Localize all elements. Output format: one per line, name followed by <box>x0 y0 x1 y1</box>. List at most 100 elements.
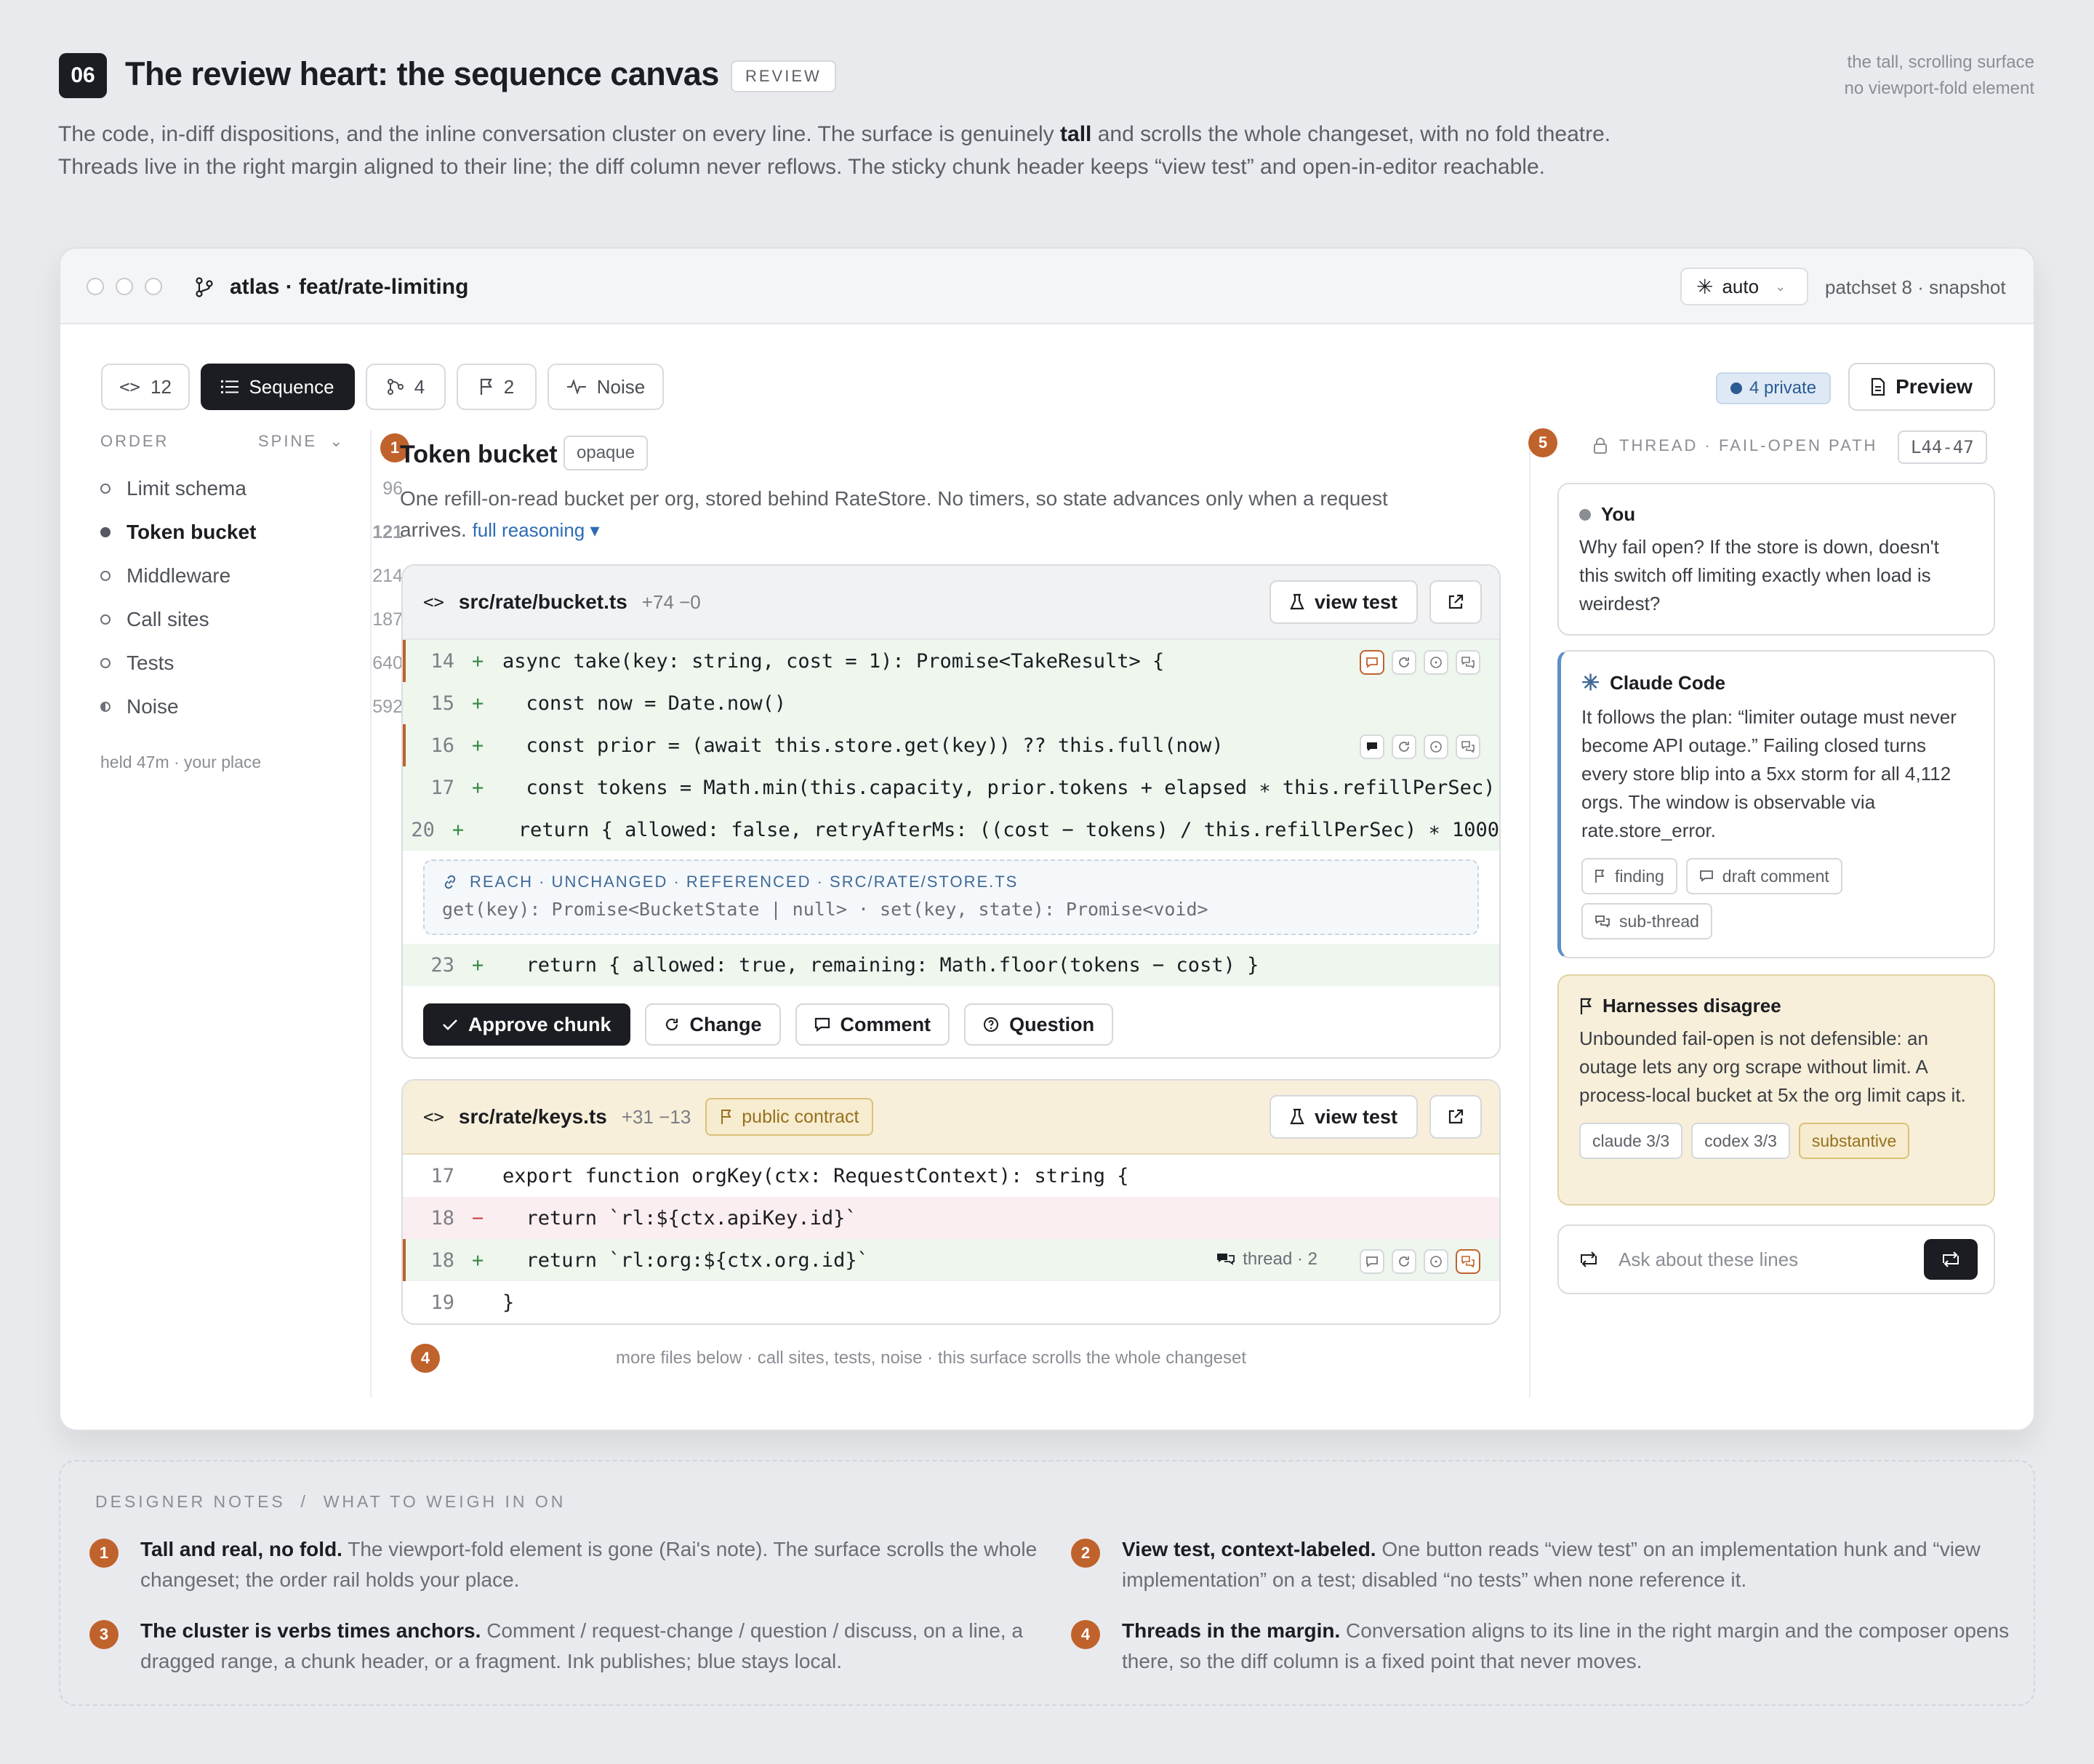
flag-filter-button[interactable]: 2 <box>457 364 537 410</box>
question-icon[interactable] <box>1424 1249 1448 1274</box>
discuss-icon[interactable] <box>1456 734 1480 759</box>
comment-author: Harnesses disagree <box>1579 995 1973 1017</box>
sidebar-item-label: Token bucket <box>127 521 257 543</box>
window-maximize-dot[interactable] <box>145 278 162 295</box>
line-range-badge[interactable]: L44-47 <box>1898 430 1987 464</box>
preview-label: Preview <box>1896 375 1973 398</box>
line-number: 18 <box>430 1248 454 1272</box>
comment-text: Why fail open? If the store is down, doe… <box>1579 536 1939 614</box>
thread-heading: THREAD · FAIL-OPEN PATH <box>1593 436 1877 455</box>
order-heading: ORDER <box>100 432 169 450</box>
note-3: 3 The cluster is verbs times anchors. Com… <box>89 1616 1064 1677</box>
question-button[interactable]: Question <box>964 1003 1114 1046</box>
sidebar-item-label: Tests <box>127 652 174 674</box>
window-minimize-dot[interactable] <box>116 278 133 295</box>
finding-chip[interactable]: finding <box>1581 858 1677 894</box>
comment-label: Comment <box>840 1013 931 1035</box>
diff-line[interactable]: 17 + const tokens = Math.min(this.capacit… <box>403 766 1499 809</box>
request-change-icon[interactable] <box>1392 1249 1416 1274</box>
window-close-dot[interactable] <box>87 278 104 295</box>
page-title: The review heart: the sequence canvas <box>125 55 719 92</box>
line-code: const now = Date.now() <box>502 691 787 715</box>
discuss-icon[interactable] <box>1456 1249 1480 1274</box>
spine-toggle[interactable]: SPINE ⌄ <box>258 432 343 451</box>
sidebar-item-middleware[interactable]: Middleware 214 <box>100 560 403 592</box>
sequence-tab[interactable]: Sequence <box>201 364 355 410</box>
author-name: You <box>1601 503 1636 525</box>
code-icon: <> <box>119 377 140 397</box>
diff-line[interactable]: 20 + return { allowed: false, retryAfterM… <box>403 809 1499 851</box>
document-icon <box>1871 377 1885 396</box>
diff-line[interactable]: 19} <box>403 1281 1499 1323</box>
sparkle-icon: ✳ <box>1581 671 1600 695</box>
file-path[interactable]: src/rate/bucket.ts <box>459 590 627 614</box>
ask-composer[interactable]: Ask about these lines <box>1557 1224 1995 1294</box>
file-stat: +74 −0 <box>641 590 701 613</box>
thread-indicator[interactable]: thread · 2 <box>1216 1249 1317 1270</box>
note-badge: 2 <box>1071 1539 1100 1568</box>
branch-filter-button[interactable]: 4 <box>366 364 446 410</box>
file-card-keys: <> src/rate/keys.ts +31 −13 public contr… <box>401 1079 1501 1325</box>
desc-bold: tall <box>1060 122 1092 146</box>
comment-button[interactable]: Comment <box>795 1003 950 1046</box>
comment-filled-icon[interactable] <box>1360 734 1384 759</box>
threads-icon <box>1216 1252 1235 1267</box>
question-icon[interactable] <box>1424 650 1448 675</box>
reach-fragment[interactable]: REACH · UNCHANGED · REFERENCED · SRC/RAT… <box>423 859 1479 935</box>
sidebar-divider <box>370 430 372 1398</box>
change-button[interactable]: Change <box>644 1003 781 1046</box>
line-sign: + <box>472 1248 484 1272</box>
line-sign: + <box>472 734 484 757</box>
diff-line[interactable]: 23 + return { allowed: true, remaining: M… <box>403 944 1499 986</box>
sub-thread-chip[interactable]: sub-thread <box>1581 903 1712 939</box>
view-test-button[interactable]: view test <box>1269 580 1418 624</box>
comment-icon[interactable] <box>1360 1249 1384 1274</box>
diff-line[interactable]: 14 + async take(key: string, cost = 1): Pr… <box>403 640 1499 682</box>
send-button[interactable] <box>1924 1239 1978 1280</box>
draft-comment-chip[interactable]: draft comment <box>1685 858 1842 894</box>
more-files-note: more files below · call sites, tests, no… <box>616 1348 1247 1368</box>
sidebar-item-tests[interactable]: Tests 640 <box>100 647 403 679</box>
view-test-button[interactable]: view test <box>1269 1095 1418 1139</box>
view-test-label: view test <box>1314 590 1398 613</box>
sidebar-item-call-sites[interactable]: Call sites 187 <box>100 604 403 636</box>
claude-score-chip: claude 3/3 <box>1579 1123 1683 1159</box>
diff-line[interactable]: 18 + return `rl:org:${ctx.org.id}` thread… <box>403 1239 1499 1281</box>
preview-button[interactable]: Preview <box>1848 363 1995 411</box>
line-code: async take(key: string, cost = 1): Promi… <box>502 649 1165 673</box>
discuss-icon <box>1594 915 1610 928</box>
full-reasoning-link[interactable]: full reasoning ▾ <box>473 519 600 541</box>
question-icon[interactable] <box>1424 734 1448 759</box>
line-code: return `rl:org:${ctx.org.id}` <box>502 1248 869 1272</box>
diff-line[interactable]: 16 + const prior = (await this.store.get(… <box>403 724 1499 766</box>
repo-branch[interactable]: atlas · feat/rate-limiting <box>195 275 468 300</box>
mode-select[interactable]: ✳ auto ⌄ <box>1680 268 1808 305</box>
comment-icon[interactable] <box>1360 650 1384 675</box>
file-path[interactable]: src/rate/keys.ts <box>459 1105 607 1128</box>
request-change-icon[interactable] <box>1392 734 1416 759</box>
reply-icon <box>1579 1251 1598 1267</box>
sidebar-item-noise[interactable]: Noise 592 <box>100 691 403 723</box>
noise-filter-button[interactable]: Noise <box>547 364 664 410</box>
code-filter-button[interactable]: <> 12 <box>101 364 190 410</box>
open-in-editor-button[interactable] <box>1429 1095 1482 1139</box>
approve-chunk-button[interactable]: Approve chunk <box>423 1003 630 1046</box>
diff-line[interactable]: 15 + const now = Date.now() <box>403 682 1499 724</box>
private-badge[interactable]: 4 private <box>1716 372 1832 404</box>
discuss-icon[interactable] <box>1456 650 1480 675</box>
open-in-editor-button[interactable] <box>1429 580 1482 624</box>
view-test-label: view test <box>1314 1105 1398 1128</box>
chunk-description: One refill-on-read bucket per org, store… <box>400 483 1432 546</box>
request-change-icon[interactable] <box>1392 650 1416 675</box>
file-header: <> src/rate/keys.ts +31 −13 public contr… <box>403 1081 1499 1155</box>
step-ring-icon <box>100 658 111 668</box>
line-number: 16 <box>430 734 454 757</box>
avatar-dot-icon <box>1579 508 1591 521</box>
sidebar-item-token-bucket[interactable]: Token bucket 121 <box>100 516 403 548</box>
sidebar-item-limit-schema[interactable]: Limit schema 96 <box>100 473 403 505</box>
diff-line[interactable]: 17 export function orgKey(ctx: RequestCon… <box>403 1155 1499 1197</box>
branch-icon <box>387 378 404 396</box>
sidebar-item-label: Limit schema <box>127 477 246 500</box>
diff-line[interactable]: 18− return `rl:${ctx.apiKey.id}` <box>403 1197 1499 1239</box>
thread-count: thread · 2 <box>1243 1249 1317 1269</box>
